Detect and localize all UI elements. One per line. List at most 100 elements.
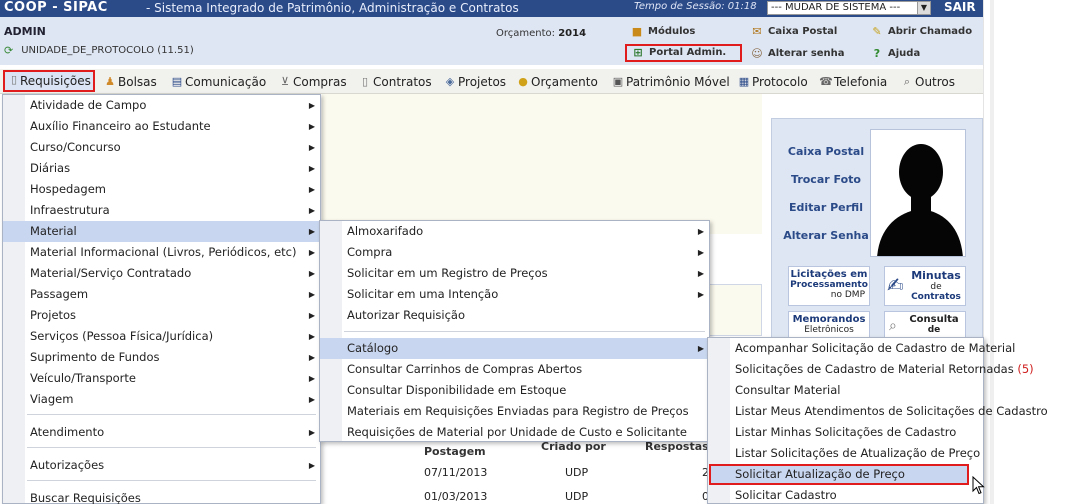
hammer-icon: ✎ — [872, 25, 882, 38]
chevron-right-icon: ▶ — [308, 332, 315, 341]
menu3-item[interactable]: Consultar Material — [708, 380, 983, 401]
menu1-item[interactable]: Material/Serviço Contratado ▶ — [3, 263, 320, 284]
menu1-item-label: Veículo/Transporte — [30, 371, 136, 385]
tile-licitacoes[interactable]: Licitações em Processamento no DMP — [788, 266, 870, 306]
tile-minutas[interactable]: ✍ Minutas de Contratos — [884, 266, 966, 306]
menu2-item-label: Almoxarifado — [347, 224, 424, 238]
link-caixa-postal[interactable]: Caixa Postal — [780, 145, 872, 158]
chevron-down-icon[interactable]: ▼ — [917, 2, 930, 14]
menu3-item[interactable]: Listar Solicitações de Atualização de Pr… — [708, 443, 983, 464]
menu1-item[interactable]: Projetos ▶ — [3, 305, 320, 326]
menu1-item[interactable]: Viagem ▶ — [3, 389, 320, 410]
ajuda-button[interactable]: ? Ajuda — [866, 45, 920, 63]
menu-comunicacao[interactable]: ▤ Comunicação — [170, 73, 266, 91]
menu1-item-label: Buscar Requisições — [30, 491, 141, 504]
ajuda-label: Ajuda — [888, 48, 921, 59]
user-silhouette-icon — [877, 144, 963, 256]
menu-requisicoes[interactable]: ▯ Requisições — [3, 70, 95, 92]
modulos-button[interactable]: ■ Módulos — [626, 23, 696, 41]
menu-projetos[interactable]: ◈ Projetos — [443, 73, 506, 91]
menu2-item-label: Materiais em Requisições Enviadas para R… — [347, 404, 689, 418]
menu1-item[interactable]: Autorizações ▶ — [3, 455, 320, 476]
chevron-right-icon: ▶ — [308, 269, 315, 278]
menu1-item[interactable]: Auxílio Financeiro ao Estudante ▶ — [3, 116, 320, 137]
menu1-item[interactable]: Hospedagem ▶ — [3, 179, 320, 200]
chevron-right-icon: ▶ — [308, 353, 315, 362]
link-alterar-senha[interactable]: Alterar Senha — [780, 229, 872, 242]
menu-compras[interactable]: ⊻ Compras — [278, 73, 347, 91]
chevron-right-icon: ▶ — [308, 143, 315, 152]
returned-count-badge: (5) — [1017, 362, 1034, 376]
menu1-item-label: Hospedagem — [30, 182, 106, 196]
menu1-item[interactable]: Veículo/Transporte ▶ — [3, 368, 320, 389]
menu2-item[interactable]: Materiais em Requisições Enviadas para R… — [320, 401, 709, 422]
menu-bolsas-label: Bolsas — [118, 75, 157, 89]
menu3-item[interactable]: Listar Meus Atendimentos de Solicitações… — [708, 401, 1048, 422]
search-icon: ⌕ — [903, 75, 911, 88]
menu1-item[interactable]: Material Informacional (Livros, Periódic… — [3, 242, 320, 263]
menu3-item[interactable]: Listar Minhas Solicitações de Cadastro — [708, 422, 983, 443]
budget-year: Orçamento: 2014 — [496, 28, 586, 39]
menu-bolsas[interactable]: ♟ Bolsas — [103, 73, 157, 91]
people-icon: ♟ — [105, 75, 115, 88]
menu1-item-label: Material — [30, 224, 77, 238]
menu1-item[interactable]: Diárias ▶ — [3, 158, 320, 179]
abrir-chamado-label: Abrir Chamado — [888, 26, 973, 37]
user-unit-label: UNIDADE_DE_PROTOCOLO (11.51) — [21, 45, 194, 56]
menu1-item[interactable]: Suprimento de Fundos ▶ — [3, 347, 320, 368]
tile-licitacoes-line2: Processamento — [790, 280, 868, 290]
menu2-item[interactable]: Consultar Carrinhos de Compras Abertos — [320, 359, 709, 380]
portal-admin-button[interactable]: ⊞ Portal Admin. — [625, 44, 742, 62]
tile-memorandos[interactable]: Memorandos Eletrônicos — [788, 311, 870, 339]
menu1-item[interactable]: Infraestrutura ▶ — [3, 200, 320, 221]
menu-patrimonio-movel[interactable]: ▣ Patrimônio Móvel — [611, 73, 730, 91]
abrir-chamado-button[interactable]: ✎ Abrir Chamado — [866, 23, 972, 41]
logout-button[interactable]: SAIR — [944, 0, 976, 14]
menu2-item[interactable]: Autorizar Requisição — [320, 305, 709, 326]
menu2-item[interactable]: Requisições de Material por Unidade de C… — [320, 422, 709, 443]
link-editar-perfil[interactable]: Editar Perfil — [780, 201, 872, 214]
menu3-item-solicitar-atualizacao-preco[interactable]: Solicitar Atualização de Preço — [709, 464, 969, 485]
menu-protocolo[interactable]: ▦ Protocolo — [737, 73, 808, 91]
menu-orcamento[interactable]: ● Orçamento — [516, 73, 598, 91]
page-right-margin — [983, 0, 1071, 504]
menu1-item[interactable]: Passagem ▶ — [3, 284, 320, 305]
menu3-item[interactable]: Solicitações de Cadastro de Material Ret… — [708, 359, 1034, 380]
menu1-item-material[interactable]: Material ▶ — [3, 221, 320, 242]
menu-contratos[interactable]: ▯ Contratos — [358, 73, 432, 91]
alterar-senha-button[interactable]: ☺ Alterar senha — [746, 45, 844, 63]
menu2-item-catalogo[interactable]: Catálogo ▶ — [320, 338, 709, 359]
menu2-item[interactable]: Compra ▶ — [320, 242, 709, 263]
menu-patrimonio-label: Patrimônio Móvel — [626, 75, 730, 89]
menu-telefonia[interactable]: ☎ Telefonia — [819, 73, 887, 91]
row-created-by: UDP — [565, 466, 589, 479]
menu2-item[interactable]: Solicitar em um Registro de Preços ▶ — [320, 263, 709, 284]
menu1-item[interactable]: Atividade de Campo ▶ — [3, 95, 320, 116]
menu1-item[interactable]: Serviços (Pessoa Física/Jurídica) ▶ — [3, 326, 320, 347]
menu1-item-label: Passagem — [30, 287, 89, 301]
help-icon: ? — [873, 47, 881, 60]
menu1-item-label: Serviços (Pessoa Física/Jurídica) — [30, 329, 214, 343]
menu2-item-label: Consultar Carrinhos de Compras Abertos — [347, 362, 583, 376]
chevron-right-icon: ▶ — [308, 461, 315, 470]
menu2-item[interactable]: Solicitar em uma Intenção ▶ — [320, 284, 709, 305]
menu-outros[interactable]: ⌕ Outros — [900, 73, 955, 91]
menu3-item[interactable]: Acompanhar Solicitação de Cadastro de Ma… — [708, 338, 1015, 359]
menu2-item[interactable]: Consultar Disponibilidade em Estoque — [320, 380, 709, 401]
menu1-item[interactable]: Atendimento ▶ — [3, 422, 320, 443]
menu-orcamento-label: Orçamento — [531, 75, 598, 89]
contract-icon: ▯ — [361, 75, 369, 88]
caixa-postal-button[interactable]: ✉ Caixa Postal — [746, 23, 837, 41]
scrollbar-track[interactable] — [990, 0, 994, 504]
phone-icon: ☎ — [819, 75, 833, 88]
document-icon: ▯ — [10, 73, 18, 86]
change-system-select[interactable]: --- MUDAR DE SISTEMA --- ▼ — [767, 1, 931, 15]
menu1-item[interactable]: Curso/Concurso ▶ — [3, 137, 320, 158]
tile-consulta[interactable]: ⌕ Consulta de — [884, 311, 966, 339]
menu1-item[interactable]: Buscar Requisições — [3, 488, 320, 504]
menu2-item[interactable]: Almoxarifado ▶ — [320, 221, 709, 242]
menu3-item[interactable]: Solicitar Cadastro — [708, 485, 983, 504]
tile-licitacoes-line1: Licitações em — [790, 269, 868, 280]
tile-licitacoes-line3: no DMP — [830, 290, 865, 300]
link-trocar-foto[interactable]: Trocar Foto — [780, 173, 872, 186]
